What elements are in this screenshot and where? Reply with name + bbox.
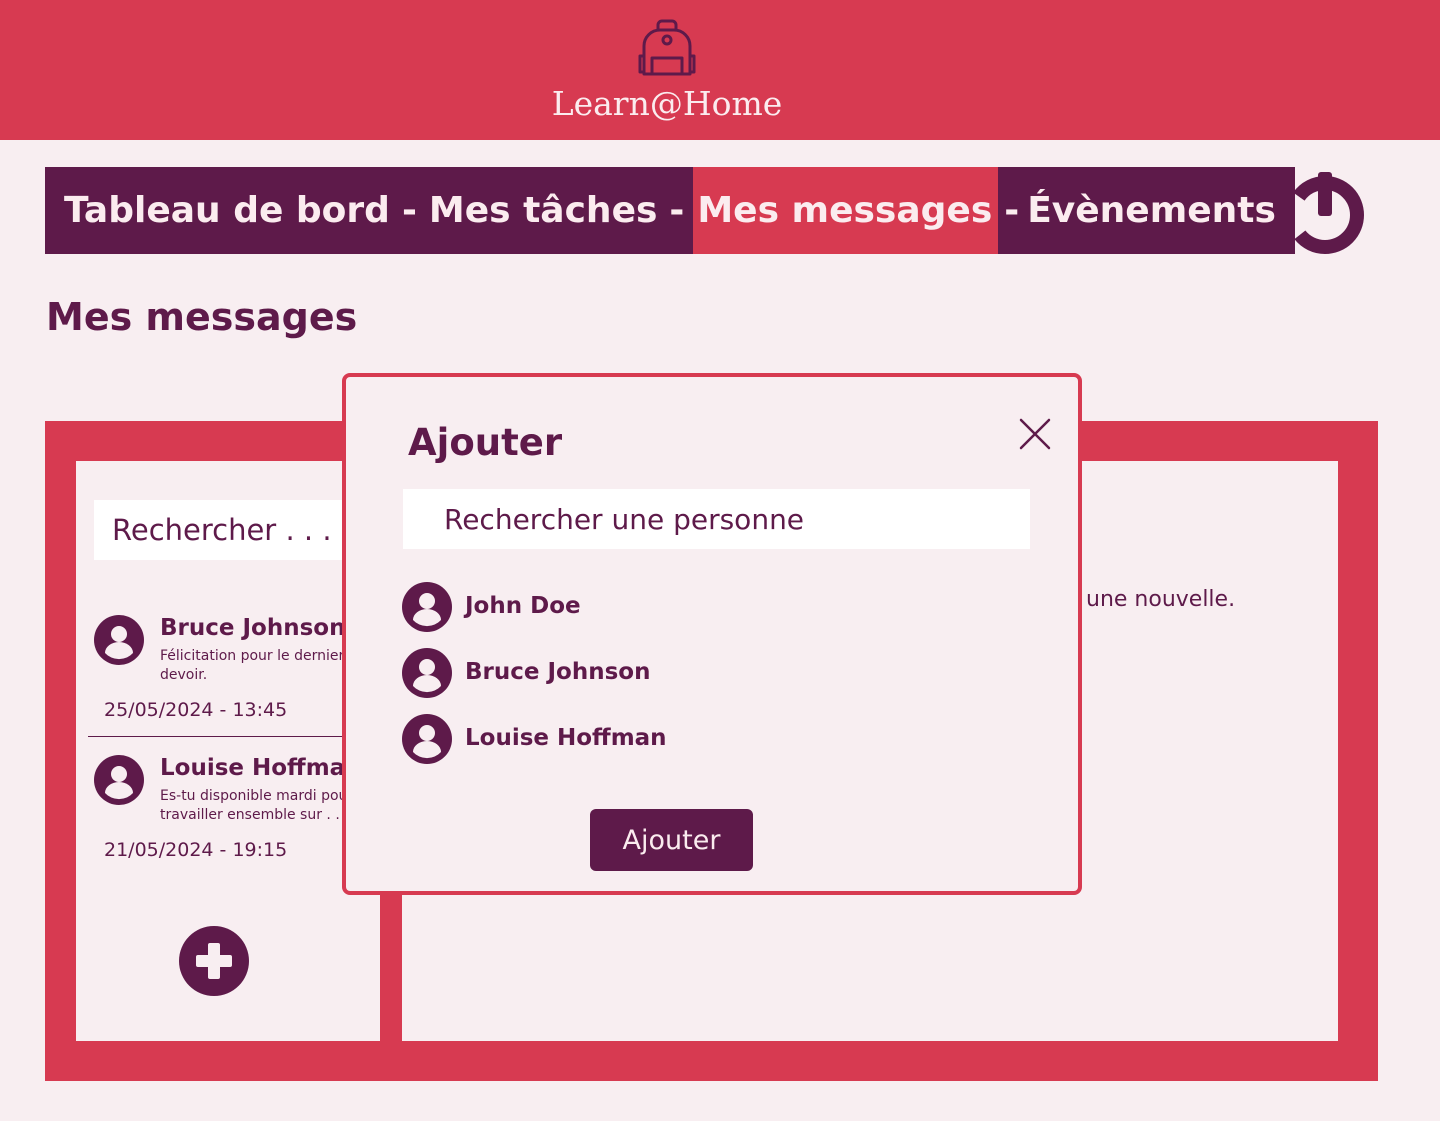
- user-avatar-icon: [402, 714, 452, 764]
- conversation-item[interactable]: Bruce Johnson Félicitation pour le derni…: [76, 615, 380, 725]
- backpack-icon: [638, 19, 696, 76]
- user-avatar-icon: [402, 648, 452, 698]
- person-name: John Doe: [465, 593, 581, 619]
- nav-segment-right: - Évènements: [998, 167, 1295, 254]
- user-avatar-icon: [402, 582, 452, 632]
- conversation-list-panel: Bruce Johnson Félicitation pour le derni…: [76, 461, 380, 1041]
- empty-state-hint: une nouvelle.: [1086, 587, 1236, 612]
- nav-item-messages-label: Mes messages: [697, 190, 993, 231]
- conversation-date: 21/05/2024 - 19:15: [104, 839, 288, 861]
- add-button[interactable]: Ajouter: [590, 809, 753, 871]
- nav-item-events[interactable]: Évènements: [1027, 190, 1276, 231]
- person-option[interactable]: John Doe: [402, 582, 802, 632]
- main-nav: Tableau de bord - Mes tâches - Mes messa…: [45, 167, 1295, 254]
- conversation-name: Louise Hoffman: [160, 755, 362, 781]
- conversation-date: 25/05/2024 - 13:45: [104, 699, 288, 721]
- person-search-input[interactable]: [403, 489, 1030, 549]
- nav-segment-left: Tableau de bord - Mes tâches -: [45, 167, 694, 254]
- close-icon[interactable]: [1018, 417, 1052, 451]
- conversation-search-input[interactable]: [94, 500, 354, 560]
- user-avatar-icon: [94, 615, 144, 665]
- nav-item-dashboard[interactable]: Tableau de bord: [64, 190, 390, 231]
- conversation-preview: Es-tu disponible mardi pour travailler e…: [160, 788, 354, 823]
- person-option[interactable]: Louise Hoffman: [402, 714, 802, 764]
- add-conversation-modal: Ajouter John Doe Bruce Johnson Louise Ho…: [342, 373, 1082, 895]
- conversation-divider: [88, 736, 380, 737]
- conversation-item[interactable]: Louise Hoffman Es-tu disponible mardi po…: [76, 755, 380, 865]
- person-name: Louise Hoffman: [465, 725, 667, 751]
- person-name: Bruce Johnson: [465, 659, 651, 685]
- conversation-name: Bruce Johnson: [160, 615, 346, 641]
- user-avatar-icon: [94, 755, 144, 805]
- plus-icon[interactable]: [179, 926, 249, 996]
- nav-separator: -: [401, 190, 417, 231]
- nav-separator: -: [669, 190, 685, 231]
- app-header: Learn@Home: [0, 0, 1440, 140]
- power-icon[interactable]: [1286, 172, 1364, 254]
- page-title: Mes messages: [46, 295, 358, 339]
- nav-item-messages[interactable]: Mes messages: [693, 167, 999, 254]
- conversation-preview: Félicitation pour le dernier devoir.: [160, 648, 345, 683]
- nav-separator: -: [1004, 190, 1020, 231]
- app-name: Learn@Home: [551, 84, 783, 123]
- modal-title: Ajouter: [408, 421, 563, 464]
- nav-item-tasks[interactable]: Mes tâches: [429, 190, 658, 231]
- person-option[interactable]: Bruce Johnson: [402, 648, 802, 698]
